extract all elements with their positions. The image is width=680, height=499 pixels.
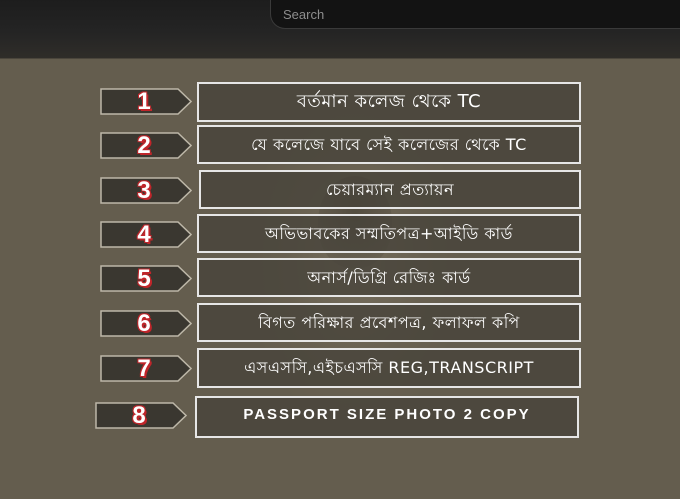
top-bar (0, 0, 680, 59)
number-tag: 4 (100, 221, 192, 248)
number-tag: 6 (100, 310, 192, 337)
number-tag: 5 (100, 265, 192, 292)
list-item: বিগত পরিক্ষার প্রবেশপত্র, ফলাফল কপি (197, 303, 581, 342)
item-number: 6 (137, 310, 151, 337)
list-item: অনার্স/ডিগ্রি রেজিঃ কার্ড (197, 258, 581, 297)
number-tag: 8 (95, 402, 187, 429)
list-item: অভিভাবকের সম্মতিপত্র+আইডি কার্ড (197, 214, 581, 253)
item-number: 3 (137, 177, 151, 204)
search-input[interactable] (283, 5, 663, 23)
list-item: বর্তমান কলেজ থেকে TC (197, 82, 581, 122)
item-number: 5 (137, 265, 151, 292)
item-number: 2 (137, 132, 151, 159)
number-tag: 7 (100, 355, 192, 382)
number-tag: 1 (100, 88, 192, 115)
list-item: PASSPORT SIZE PHOTO 2 COPY (195, 396, 579, 438)
list-item: এসএসসি,এইচএসসি REG,TRANSCRIPT (197, 348, 581, 388)
item-number: 1 (137, 88, 151, 115)
list-item: চেয়ারম্যান প্রত্যায়ন (199, 170, 581, 209)
item-number: 4 (137, 221, 151, 248)
item-number: 8 (132, 402, 146, 429)
item-number: 7 (137, 355, 151, 382)
list-item: যে কলেজে যাবে সেই কলেজের থেকে TC (197, 125, 581, 164)
search-box[interactable] (270, 0, 680, 29)
number-tag: 3 (100, 177, 192, 204)
number-tag: 2 (100, 132, 192, 159)
